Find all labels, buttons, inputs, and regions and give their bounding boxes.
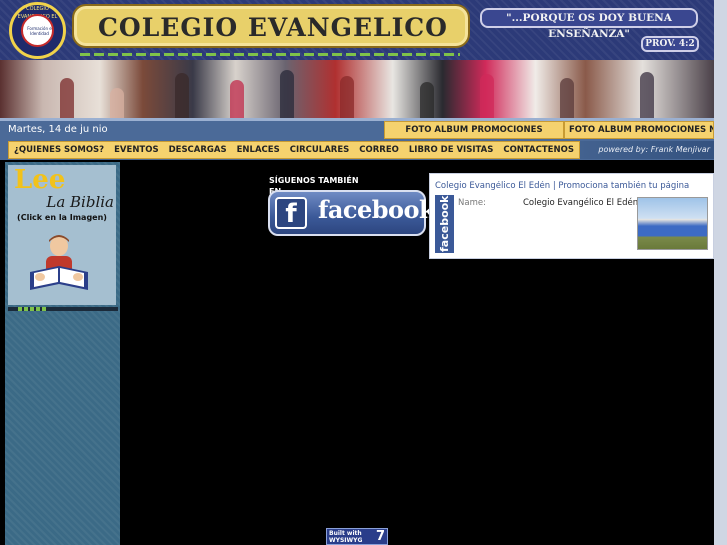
- powered-by-credit: powered by: Frank Menjivar: [598, 145, 710, 154]
- nav-circulares[interactable]: CIRCULARES: [285, 142, 355, 158]
- badge-school-photo[interactable]: [637, 197, 708, 250]
- nav-descargas[interactable]: DESCARGAS: [164, 142, 232, 158]
- badge-title-link[interactable]: Colegio Evangélico El Edén | Promociona …: [435, 181, 713, 191]
- wysiwyg-builder-badge[interactable]: Built with WYSIWYG 7: [326, 528, 388, 545]
- boy-reading-bible-icon[interactable]: [26, 232, 92, 298]
- badge-facebook-strip: facebook: [435, 195, 454, 253]
- current-date: Martes, 14 de ju nio: [8, 124, 108, 135]
- logo-center-text: Formación e Identidad: [27, 26, 52, 36]
- facebook-f-icon: f: [275, 197, 307, 229]
- badge-facebook-label: facebook: [438, 195, 451, 253]
- biblia-heading: La Biblia: [46, 193, 114, 211]
- school-motto: "...PORQUE OS DOY BUENA ENSEÑANZA": [480, 8, 698, 40]
- nav-enlaces[interactable]: ENLACES: [232, 142, 285, 158]
- bible-verse: PROV. 4:2: [641, 36, 699, 52]
- badge-name-value[interactable]: Colegio Evangélico El Edén: [523, 198, 638, 208]
- sidebar-divider: [8, 307, 118, 311]
- nav-correo[interactable]: CORREO: [354, 142, 404, 158]
- site-title: COLEGIO EVANGELICO EL EDEN: [98, 13, 448, 86]
- header-divider: [80, 53, 460, 56]
- page-right-margin: [714, 0, 727, 545]
- school-logo: COLEGIO EVANGELICO EL EDEN Formación e I…: [9, 2, 66, 59]
- click-image-hint: (Click en la Imagen): [17, 213, 107, 222]
- builder-version: 7: [375, 529, 385, 544]
- album-noveno-link[interactable]: FOTO ALBUM PROMOCIONES NOVENO: [564, 121, 714, 139]
- nav-quienes-somos[interactable]: ¿QUIENES SOMOS?: [9, 142, 109, 158]
- students-photo-banner: [0, 60, 714, 118]
- badge-name-label: Name:: [458, 198, 486, 208]
- nav-libro-de-visitas[interactable]: LIBRO DE VISITAS: [404, 142, 498, 158]
- site-header: COLEGIO EVANGELICO EL EDEN Formación e I…: [0, 0, 727, 86]
- title-banner: COLEGIO EVANGELICO EL EDEN: [72, 4, 470, 86]
- facebook-wordmark: facebook.: [318, 195, 444, 224]
- main-nav: ¿QUIENES SOMOS? EVENTOS DESCARGAS ENLACE…: [8, 141, 580, 159]
- lee-heading: Lee: [14, 165, 66, 195]
- nav-eventos[interactable]: EVENTOS: [109, 142, 163, 158]
- facebook-button[interactable]: f facebook.: [268, 190, 444, 236]
- album-parvularia-link[interactable]: FOTO ALBUM PROMOCIONES PARVULARIA: [384, 121, 564, 151]
